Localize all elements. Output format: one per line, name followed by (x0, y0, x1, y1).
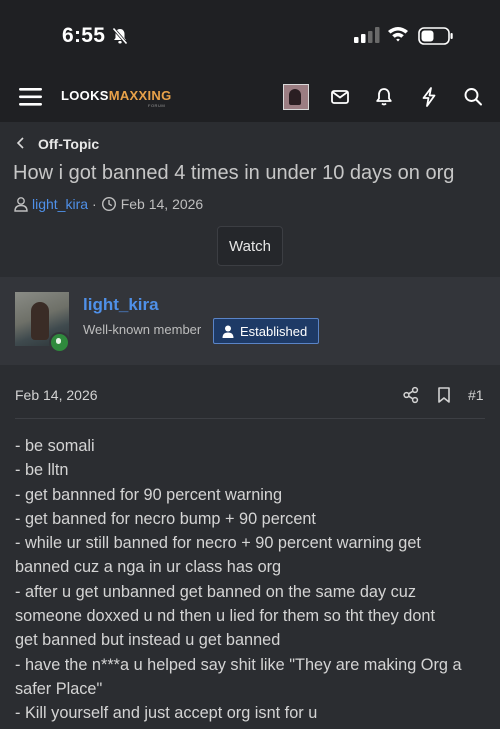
logo-text-maxxing: MAXXING (108, 88, 172, 103)
status-badge: Established (213, 318, 320, 344)
wifi-icon (388, 27, 408, 42)
search-icon[interactable] (463, 86, 483, 108)
user-icon (222, 325, 234, 338)
online-status-icon (49, 332, 70, 353)
post-line: - be somali (15, 437, 95, 455)
divider (15, 418, 485, 419)
menu-icon[interactable] (19, 86, 43, 108)
bolt-icon[interactable] (419, 86, 439, 108)
post-author-block: light_kira Well-known member Established (0, 277, 500, 365)
post-line: - be lltn (15, 461, 69, 480)
avatar-figure (31, 302, 49, 340)
breadcrumb[interactable]: Off-Topic (38, 136, 99, 152)
post-date[interactable]: Feb 14, 2026 (15, 387, 98, 403)
post-line: someone doxxed u nd then u lied for them… (15, 607, 435, 626)
thread-date[interactable]: Feb 14, 2026 (121, 196, 204, 212)
status-bar: 6:55 (0, 0, 500, 74)
chevron-left-icon[interactable] (16, 136, 26, 153)
logo-subtext: FORUM (148, 103, 166, 108)
site-logo[interactable]: LOOKSMAXXING (61, 88, 172, 103)
badge-label: Established (240, 323, 308, 339)
thread-meta: light_kira · Feb 14, 2026 (13, 196, 203, 212)
bell-muted-icon (112, 27, 128, 45)
thread-header: Off-Topic How i got banned 4 times in un… (0, 122, 500, 277)
clock-icon (101, 196, 116, 212)
account-avatar[interactable] (283, 84, 309, 110)
user-title: Well-known member (83, 322, 202, 337)
post-body: Feb 14, 2026 #1 - be somali - be lltn - … (0, 365, 500, 729)
share-icon[interactable] (402, 386, 420, 404)
post-line: - while ur still banned for necro + 90 p… (15, 534, 421, 553)
battery-icon (418, 27, 453, 45)
post-line: - Kill yourself and just accept org isnt… (15, 704, 318, 723)
post-line: - get banned for necro bump + 90 percent (15, 509, 316, 528)
status-time: 6:55 (62, 24, 106, 47)
cell-signal-icon (354, 27, 380, 43)
post-content: - be somali - be lltn - get bannned for … (15, 434, 485, 726)
logo-text-looks: LOOKS (61, 88, 109, 103)
page-title: How i got banned 4 times in under 10 day… (13, 162, 455, 184)
post-line: safer Place" (15, 679, 103, 698)
post-number[interactable]: #1 (468, 387, 484, 403)
watch-button[interactable]: Watch (217, 226, 283, 266)
post-line: - have the n***a u helped say shit like … (15, 655, 462, 674)
post-line: - get bannned for 90 percent warning (15, 485, 283, 504)
thread-author-link[interactable]: light_kira (32, 196, 88, 212)
post-author-name[interactable]: light_kira (83, 295, 159, 315)
post-line: banned cuz a nga in ur class has org (15, 558, 282, 577)
bell-icon[interactable] (374, 86, 394, 108)
post-line: - after u get unbanned get banned on the… (15, 582, 416, 601)
meta-separator: · (92, 196, 97, 212)
site-header: LOOKSMAXXING FORUM (0, 74, 500, 122)
user-icon (14, 197, 28, 212)
bookmark-icon[interactable] (436, 386, 452, 404)
post-line: get banned but instead u get banned (15, 631, 281, 650)
mail-icon[interactable] (330, 86, 350, 108)
